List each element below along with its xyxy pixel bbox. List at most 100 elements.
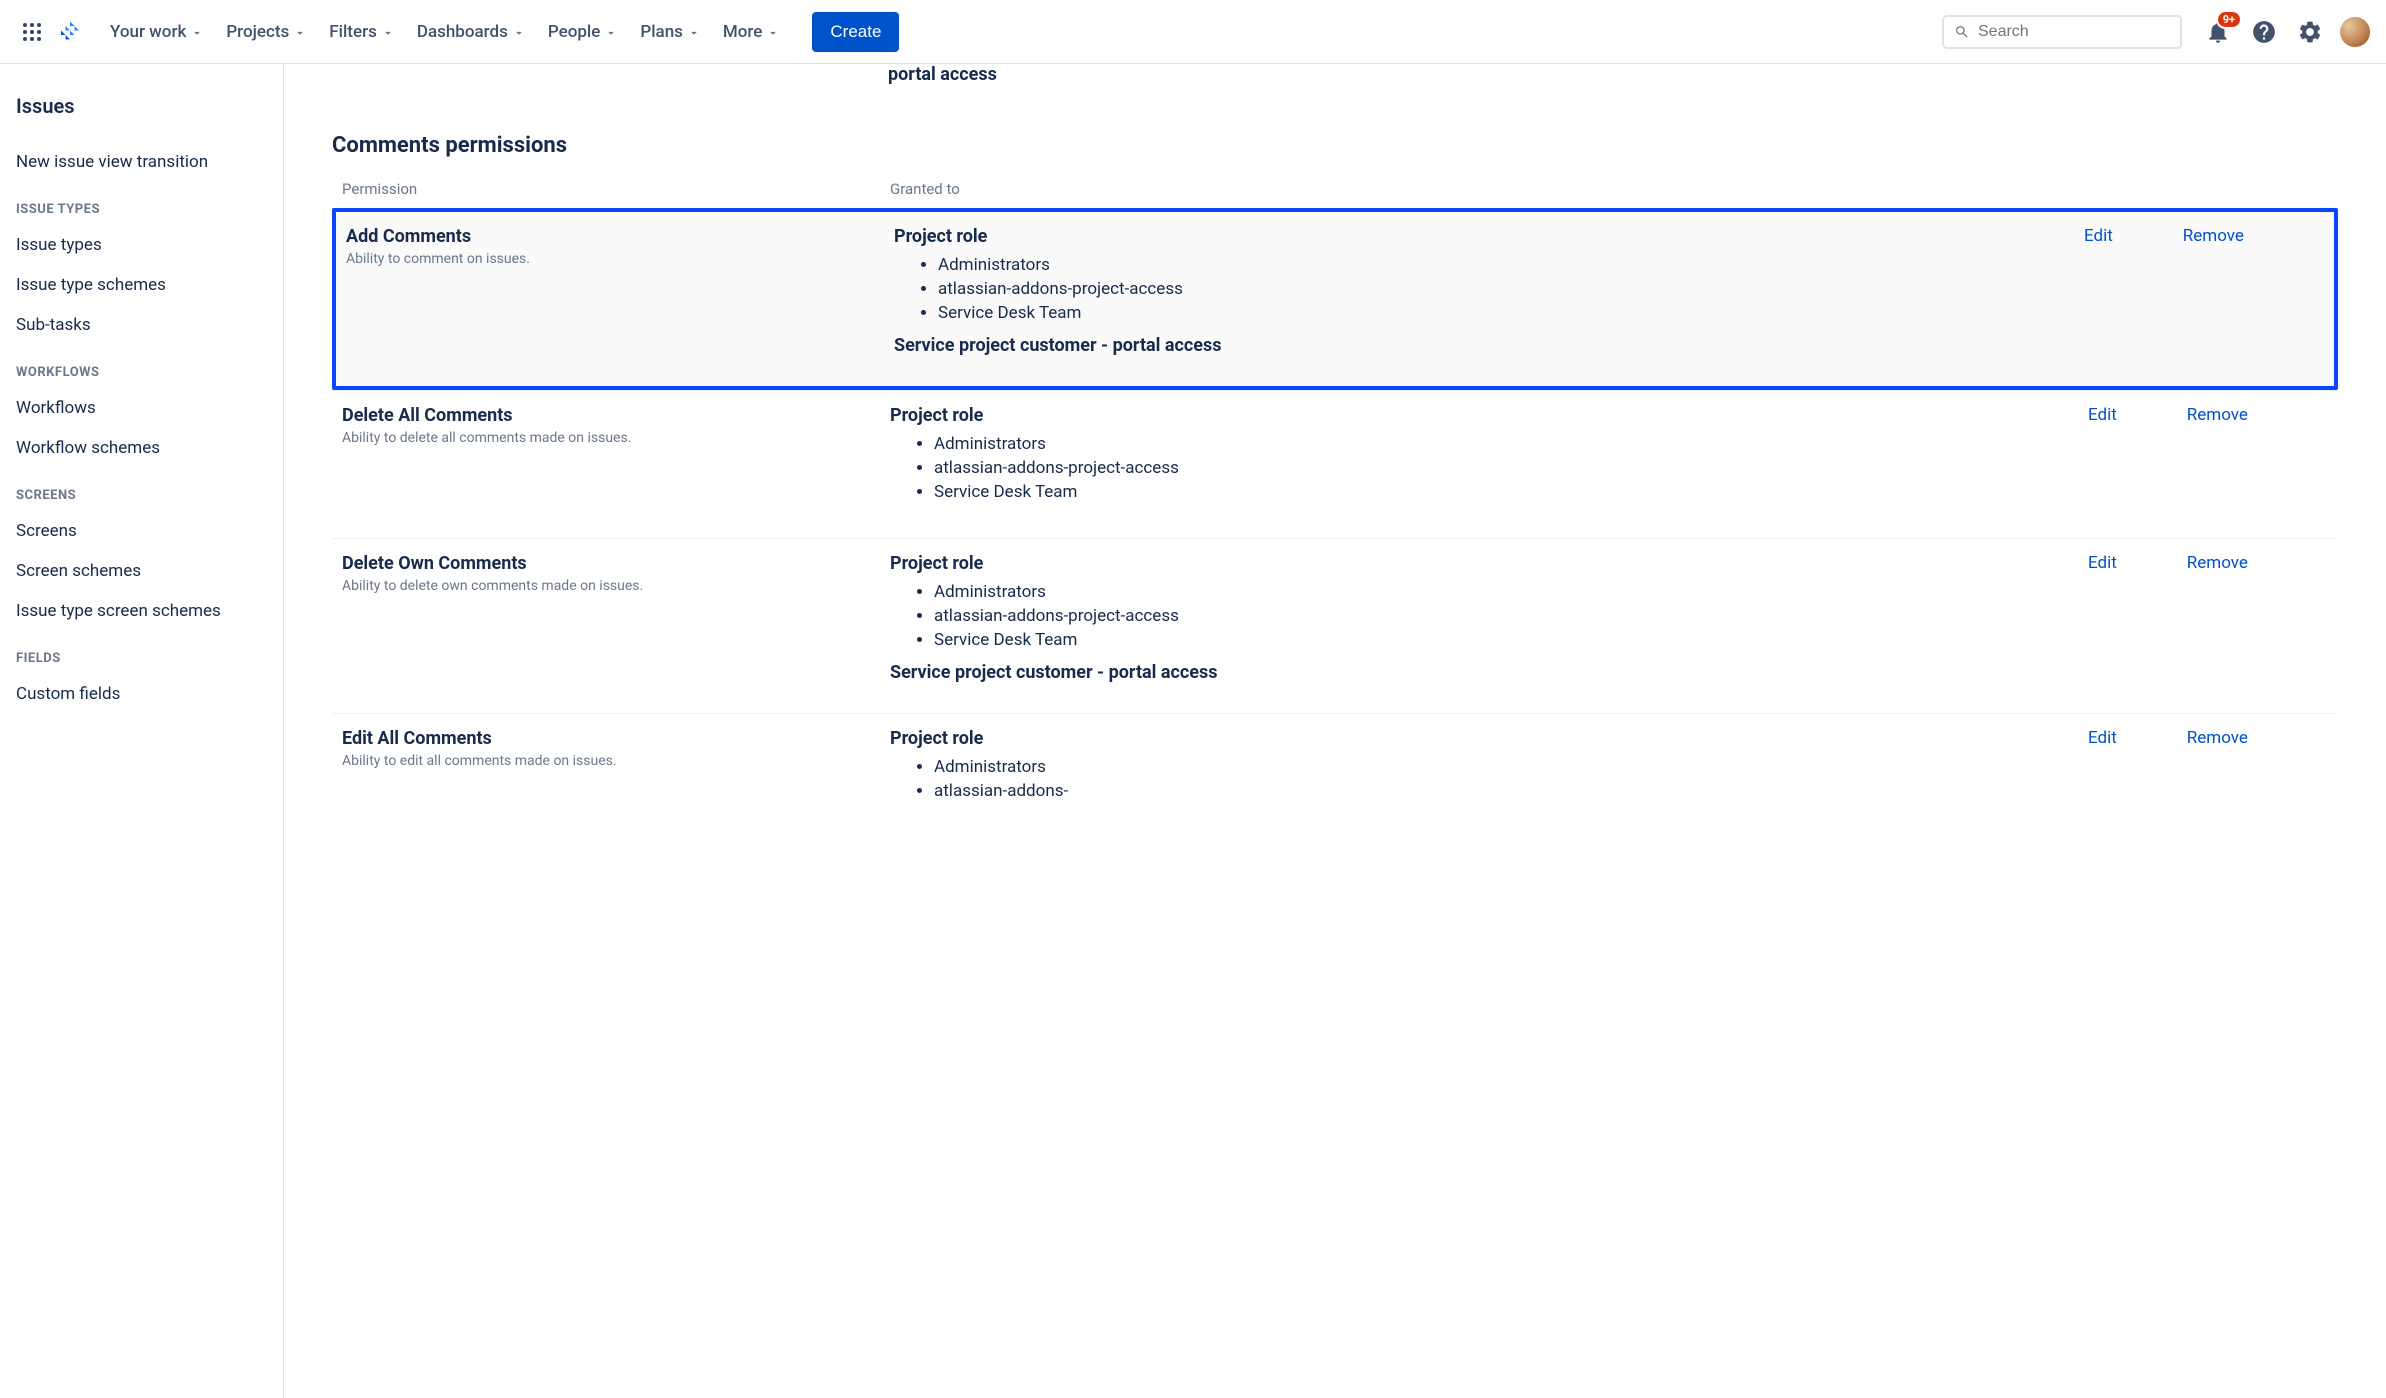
grant-heading: Project role: [890, 728, 2068, 749]
remove-link[interactable]: Remove: [2187, 728, 2248, 813]
grant-heading: Project role: [890, 405, 2068, 426]
nav-label: Projects: [226, 22, 289, 42]
notification-badge: 9+: [2216, 10, 2242, 29]
grant-role: atlassian-addons-project-access: [938, 277, 2064, 301]
sidebar: Issues New issue view transition ISSUE T…: [0, 64, 284, 1398]
permission-row: Delete All Comments Ability to delete all…: [332, 390, 2338, 538]
search-input[interactable]: [1978, 23, 2170, 41]
jira-logo-icon[interactable]: [54, 16, 86, 48]
permission-cell: Delete All Comments Ability to delete all…: [342, 405, 890, 514]
sidebar-item[interactable]: Issue type schemes: [12, 265, 271, 305]
nav-dashboards[interactable]: Dashboards: [407, 14, 536, 50]
sidebar-item[interactable]: Sub-tasks: [12, 305, 271, 345]
grant-list: Administratorsatlassian-addons-project-a…: [894, 253, 2064, 325]
nav-label: Filters: [329, 22, 377, 42]
sidebar-new-issue-view[interactable]: New issue view transition: [12, 142, 271, 182]
sidebar-group-label: FIELDS: [12, 631, 271, 674]
sidebar-item[interactable]: Issue type screen schemes: [12, 591, 271, 631]
remove-link[interactable]: Remove: [2187, 553, 2248, 689]
grant-role: Administrators: [934, 580, 2068, 604]
remove-link[interactable]: Remove: [2187, 405, 2248, 514]
main-content: portal access Comments permissions Permi…: [284, 64, 2386, 1398]
edit-link[interactable]: Edit: [2088, 405, 2117, 514]
edit-link[interactable]: Edit: [2084, 226, 2113, 362]
col-permission-header: Permission: [342, 180, 890, 198]
grant-role: atlassian-addons-project-access: [934, 604, 2068, 628]
granted-cell: Project role Administratorsatlassian-addo…: [890, 405, 2068, 514]
chevron-down-icon: [190, 25, 204, 39]
edit-link[interactable]: Edit: [2088, 553, 2117, 689]
settings-icon[interactable]: [2294, 16, 2326, 48]
search-input-wrapper[interactable]: [1942, 15, 2182, 49]
granted-cell: Project role Administratorsatlassian-addo…: [890, 553, 2068, 689]
granted-cell: Project roleAdministratorsatlassian-addo…: [890, 728, 2068, 813]
nav-label: People: [548, 22, 601, 42]
sidebar-group-label: ISSUE TYPES: [12, 182, 271, 225]
partial-prev-row-text: portal access: [332, 64, 2338, 93]
permission-name: Edit All Comments: [342, 728, 890, 749]
chevron-down-icon: [766, 25, 780, 39]
notifications-icon[interactable]: 9+: [2202, 16, 2234, 48]
chevron-down-icon: [512, 25, 526, 39]
sidebar-item[interactable]: Issue types: [12, 225, 271, 265]
permissions-table: Permission Granted to Add Comments Abilit…: [332, 170, 2338, 837]
section-title: Comments permissions: [332, 133, 2338, 158]
sidebar-group-label: WORKFLOWS: [12, 345, 271, 388]
nav-filters[interactable]: Filters: [319, 14, 405, 50]
sidebar-title: Issues: [12, 88, 271, 142]
help-icon[interactable]: [2248, 16, 2280, 48]
nav-label: Plans: [640, 22, 683, 42]
grant-role: Service Desk Team: [934, 480, 2068, 504]
nav-label: More: [723, 22, 762, 42]
grant-role: Service Desk Team: [934, 628, 2068, 652]
nav-projects[interactable]: Projects: [216, 14, 317, 50]
nav-label: Dashboards: [417, 22, 508, 42]
top-nav: Your work Projects Filters Dashboards Pe…: [0, 0, 2386, 64]
sidebar-item[interactable]: Workflow schemes: [12, 428, 271, 468]
grant-role: atlassian-addons-project-access: [934, 456, 2068, 480]
sidebar-item[interactable]: Screens: [12, 511, 271, 551]
sidebar-item[interactable]: Screen schemes: [12, 551, 271, 591]
nav-items: Your work Projects Filters Dashboards Pe…: [100, 14, 790, 50]
grant-role: Administrators: [934, 755, 2068, 779]
nav-label: Your work: [110, 22, 186, 42]
grant-role: Service Desk Team: [938, 301, 2064, 325]
sidebar-item[interactable]: Workflows: [12, 388, 271, 428]
grant-list: Administratorsatlassian-addons-project-a…: [890, 432, 2068, 504]
permission-cell: Add Comments Ability to comment on issues…: [346, 226, 894, 362]
sidebar-group-label: SCREENS: [12, 468, 271, 511]
granted-cell: Project role Administratorsatlassian-addo…: [894, 226, 2064, 362]
chevron-down-icon: [293, 25, 307, 39]
permission-name: Add Comments: [346, 226, 894, 247]
topnav-icons: 9+: [2202, 16, 2370, 48]
chevron-down-icon: [687, 25, 701, 39]
grant-list: Administratorsatlassian-addons-project-a…: [890, 580, 2068, 652]
col-granted-header: Granted to: [890, 180, 2068, 198]
edit-link[interactable]: Edit: [2088, 728, 2117, 813]
grant-heading-service: Service project customer - portal access: [890, 662, 2068, 683]
actions-cell: Edit Remove: [2068, 405, 2328, 514]
remove-link[interactable]: Remove: [2183, 226, 2244, 362]
nav-plans[interactable]: Plans: [630, 14, 711, 50]
nav-more[interactable]: More: [713, 14, 790, 50]
grant-role: Administrators: [934, 432, 2068, 456]
nav-your-work[interactable]: Your work: [100, 14, 214, 50]
grant-heading: Project role: [890, 553, 2068, 574]
permission-row: Add Comments Ability to comment on issues…: [332, 208, 2338, 390]
grant-heading-service: Service project customer - portal access: [894, 335, 2064, 356]
actions-cell: Edit Remove: [2064, 226, 2324, 362]
permission-desc: Ability to comment on issues.: [346, 251, 894, 267]
app-switcher-icon[interactable]: [16, 16, 48, 48]
nav-people[interactable]: People: [538, 14, 629, 50]
permission-desc: Ability to delete own comments made on i…: [342, 578, 890, 594]
create-button[interactable]: Create: [812, 12, 899, 52]
permission-row: Edit All Comments Ability to edit all com…: [332, 713, 2338, 837]
user-avatar[interactable]: [2340, 17, 2370, 47]
permission-name: Delete All Comments: [342, 405, 890, 426]
sidebar-item[interactable]: Custom fields: [12, 674, 271, 714]
grant-role: Administrators: [938, 253, 2064, 277]
permission-desc: Ability to edit all comments made on iss…: [342, 753, 890, 769]
permission-desc: Ability to delete all comments made on i…: [342, 430, 890, 446]
grant-heading: Project role: [894, 226, 2064, 247]
search-icon: [1954, 23, 1970, 41]
